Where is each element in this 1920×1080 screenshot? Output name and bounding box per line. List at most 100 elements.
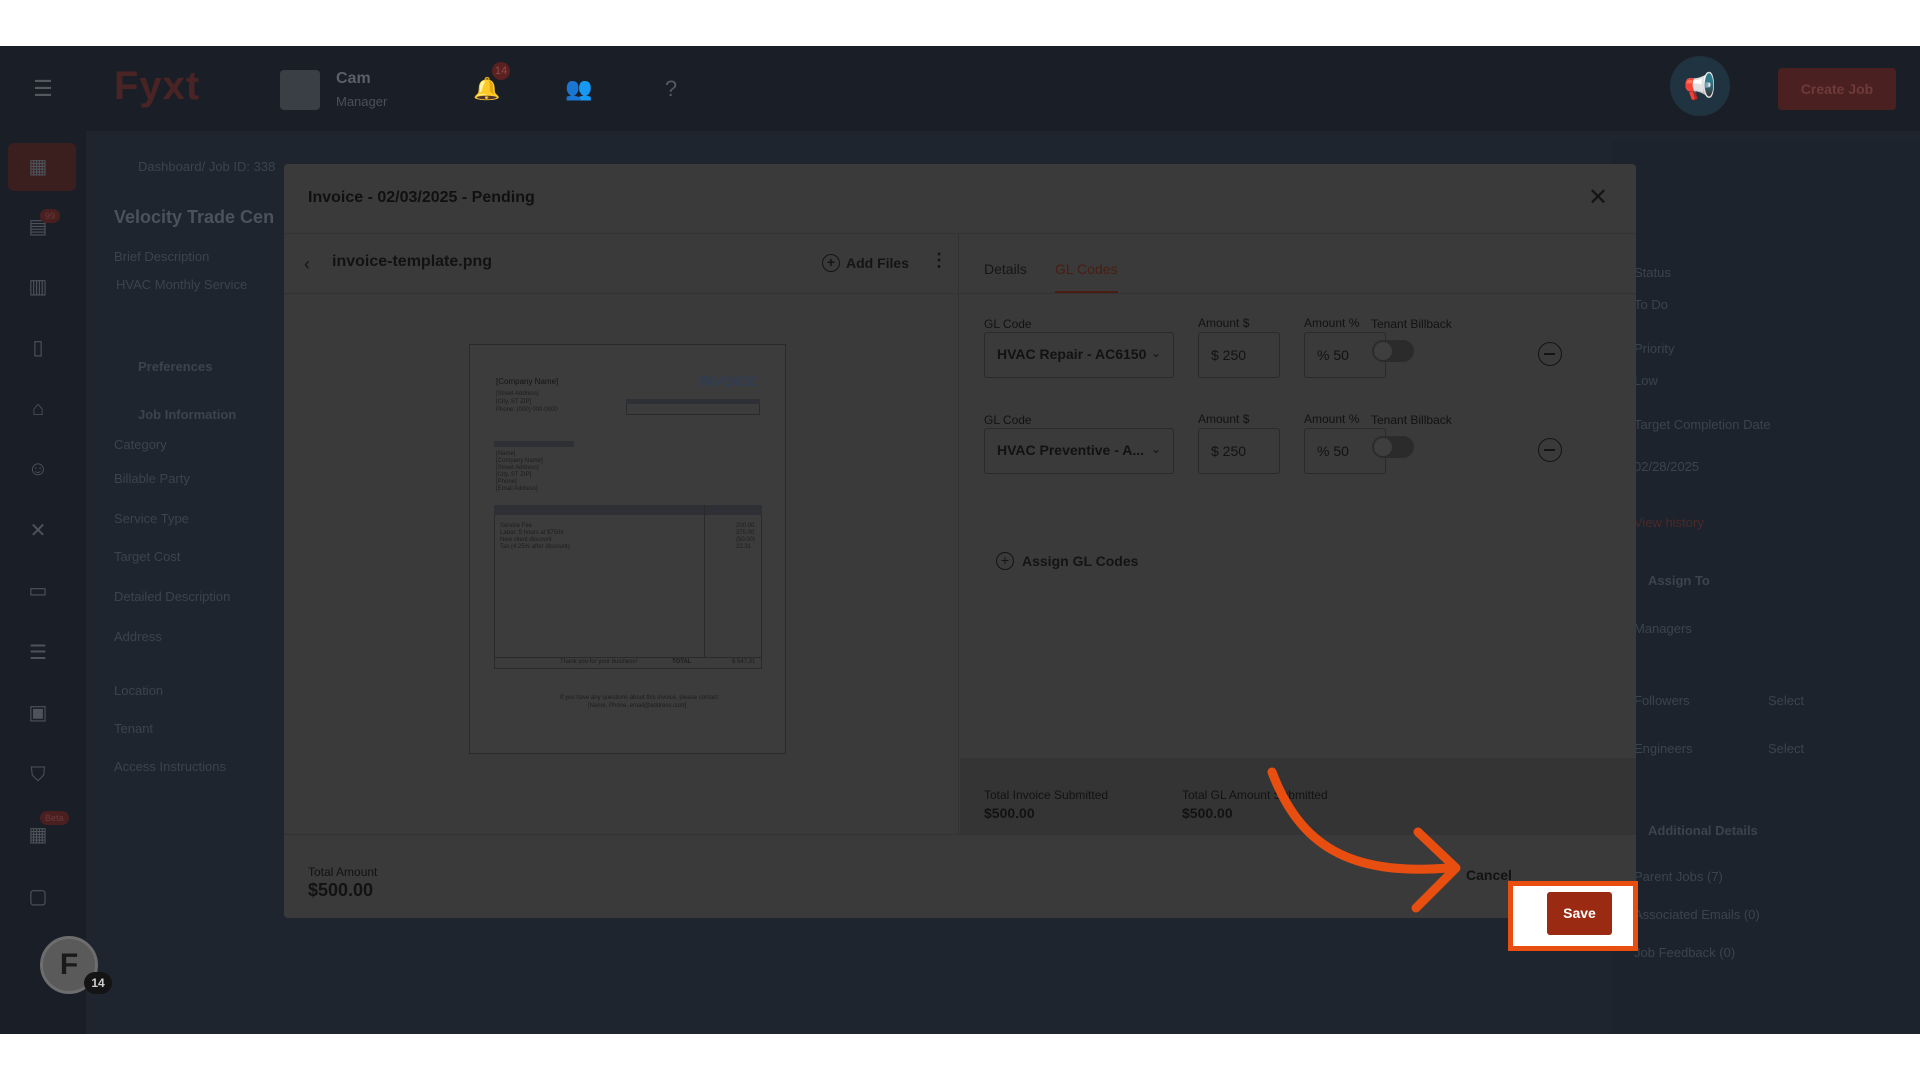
file-name: invoice-template.png <box>332 253 493 270</box>
create-job-button[interactable]: Create Job <box>1778 68 1896 110</box>
user-avatar-badge: 14 <box>84 972 112 994</box>
chevron-down-icon: ⌄ <box>1150 346 1161 360</box>
account-name[interactable]: Cam <box>336 70 371 88</box>
gl-code-label: GL Code <box>984 413 1032 427</box>
minus-circle-icon[interactable] <box>1538 438 1562 462</box>
assign-to-label: Assign To <box>1648 573 1710 588</box>
field-label: Tenant <box>114 721 154 736</box>
dashboard-icon[interactable]: ▦ <box>24 153 52 181</box>
help-icon[interactable]: ? <box>658 76 684 102</box>
close-icon[interactable]: ✕ <box>1584 184 1612 212</box>
parent-jobs-link[interactable]: Parent Jobs (7) <box>1634 869 1723 884</box>
priority-value[interactable]: Low <box>1634 373 1658 388</box>
breadcrumb[interactable]: Dashboard/ Job ID: 338 <box>138 159 275 174</box>
invoice-total-label: TOTAL <box>672 659 692 665</box>
reports-icon[interactable]: ▦ <box>24 821 52 849</box>
chevron-left-icon[interactable]: ‹ <box>304 254 310 275</box>
total-amount-label: Total Amount <box>308 865 378 879</box>
menu-icon[interactable]: ☰ <box>30 76 56 102</box>
invoice-amount: 22.31 <box>736 544 752 550</box>
target-date-value[interactable]: 02/28/2025 <box>1634 459 1699 474</box>
gl-code-select[interactable]: HVAC Preventive - A... ⌄ <box>984 428 1174 474</box>
invoice-items-header <box>494 505 762 515</box>
invoice-total-value: $ 547.31 <box>732 659 756 665</box>
bill-to-line: [Email Address] <box>496 486 538 492</box>
assign-gl-codes-button[interactable]: + Assign GL Codes <box>996 552 1138 570</box>
app-logo: Fyxt <box>114 64 201 108</box>
field-label: Location <box>114 683 164 698</box>
bill-to-line: [Street Address] <box>496 465 539 471</box>
invoice-column-divider <box>704 505 705 657</box>
add-files-button[interactable]: + Add Files <box>822 254 909 272</box>
engineers-label: Engineers <box>1634 741 1693 756</box>
cancel-button[interactable]: Cancel <box>1466 867 1512 883</box>
calendar-icon[interactable]: ▭ <box>24 577 52 605</box>
modal-title: Invoice - 02/03/2025 - Pending <box>308 189 535 206</box>
job-information-label[interactable]: Job Information <box>138 407 236 422</box>
property-icon[interactable]: ⌂ <box>24 395 52 423</box>
status-label: Status <box>1634 265 1671 280</box>
engineers-select[interactable]: Select <box>1768 741 1804 756</box>
view-history-link[interactable]: View history <box>1634 515 1704 530</box>
schedule-icon[interactable]: ▣ <box>24 699 52 727</box>
amount-dollar-label: Amount $ <box>1198 412 1250 426</box>
preferences-label[interactable]: Preferences <box>138 359 212 374</box>
file-bar: ‹ invoice-template.png + Add Files ⋮ <box>284 234 959 294</box>
bill-to-header <box>494 441 574 447</box>
contacts-icon[interactable]: ☺ <box>24 455 52 483</box>
invoice-item: Labor: 5 hours at $75/hr <box>500 530 565 536</box>
job-side-panel: Status To Do Priority Low Target Complet… <box>1612 141 1920 1034</box>
invoice-item: New client discount <box>500 537 552 543</box>
app-window: ☰ Fyxt Cam Manager 🔔 14 👥 ? 📢 Create Job… <box>0 46 1920 1034</box>
checklist-icon[interactable]: ☰ <box>24 639 52 667</box>
account-avatar[interactable] <box>280 70 320 110</box>
amount-dollar-input[interactable]: $ 250 <box>1198 332 1280 378</box>
tenant-billback-toggle[interactable] <box>1372 436 1414 458</box>
chevron-down-icon: ⌄ <box>1150 442 1161 456</box>
bell-icon[interactable]: 🔔 <box>473 76 500 102</box>
tenant-billback-toggle[interactable] <box>1372 340 1414 362</box>
total-invoice-label: Total Invoice Submitted <box>984 788 1109 802</box>
amount-percent-label: Amount % <box>1304 316 1360 330</box>
managers-label: Managers <box>1634 621 1692 636</box>
brief-description-label: Brief Description <box>114 249 210 264</box>
add-files-label: Add Files <box>846 255 910 271</box>
more-options-icon[interactable]: ⋮ <box>930 250 948 271</box>
tools-icon[interactable]: ✕ <box>24 517 52 545</box>
document-icon[interactable]: ▯ <box>24 334 52 362</box>
tab-details[interactable]: Details <box>984 261 1027 277</box>
modal-header: Invoice - 02/03/2025 - Pending ✕ <box>284 164 1636 234</box>
minus-circle-icon[interactable] <box>1538 342 1562 366</box>
gallery-icon[interactable]: ▢ <box>24 883 52 911</box>
top-bar: ☰ Fyxt Cam Manager 🔔 14 👥 ? 📢 Create Job <box>0 46 1920 131</box>
totals-bar: Total Invoice Submitted $500.00 Total GL… <box>960 758 1636 834</box>
invoice-thanks: Thank you for your business! <box>560 659 638 665</box>
job-feedback-link[interactable]: Job Feedback (0) <box>1634 945 1735 960</box>
tenant-billback-label: Tenant Billback <box>1371 317 1452 331</box>
field-label: Address <box>114 629 162 644</box>
total-gl-label: Total GL Amount Submitted <box>1182 788 1328 802</box>
building-icon[interactable]: ▥ <box>24 273 52 301</box>
megaphone-icon[interactable]: 📢 <box>1670 56 1730 116</box>
invoice-item: Service Fee <box>500 523 533 529</box>
modal-footer: Total Amount $500.00 Cancel <box>284 834 1636 918</box>
shield-icon[interactable]: ⛉ <box>24 761 52 789</box>
invoice-modal: Invoice - 02/03/2025 - Pending ✕ ‹ invoi… <box>284 164 1636 918</box>
tab-gl-codes[interactable]: GL Codes <box>1055 261 1118 293</box>
plus-circle-icon: + <box>822 254 840 272</box>
amount-dollar-input[interactable]: $ 250 <box>1198 428 1280 474</box>
assign-gl-codes-label: Assign GL Codes <box>1022 553 1139 569</box>
bill-to-line: [Phone] <box>496 479 517 485</box>
status-value[interactable]: To Do <box>1634 297 1668 312</box>
tenant-billback-label: Tenant Billback <box>1371 413 1452 427</box>
save-button[interactable]: Save <box>1547 892 1612 935</box>
associated-emails-link[interactable]: Associated Emails (0) <box>1634 907 1760 922</box>
invoice-total-divider <box>494 657 762 658</box>
account-role: Manager <box>336 94 388 109</box>
modal-tabs: Details GL Codes <box>960 234 1636 294</box>
users-icon[interactable]: 👥 <box>565 76 592 102</box>
followers-select[interactable]: Select <box>1768 693 1804 708</box>
invoice-amount: 200.00 <box>736 523 755 529</box>
beta-badge: Beta <box>40 811 69 825</box>
gl-code-select[interactable]: HVAC Repair - AC6150 ⌄ <box>984 332 1174 378</box>
